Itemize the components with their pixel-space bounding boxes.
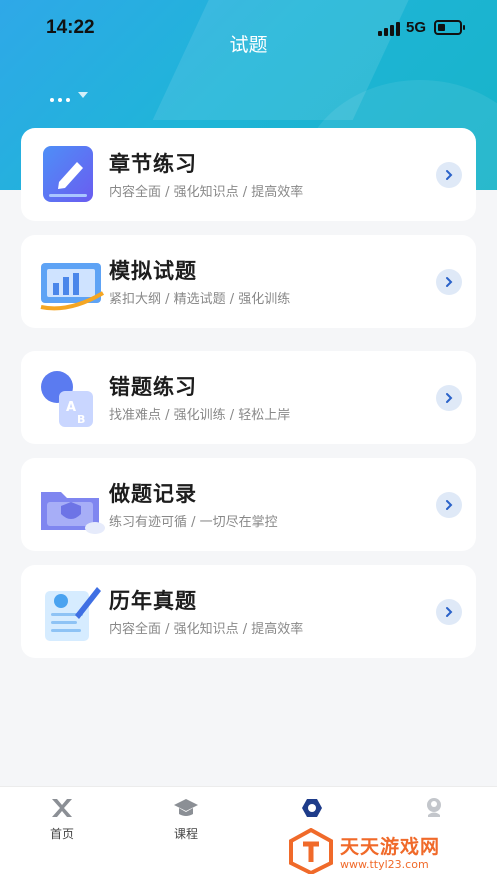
- card-subtitle: 练习有迹可循 / 一切尽在掌控: [109, 515, 278, 530]
- card-subtitle: 找准难点 / 强化训练 / 轻松上岸: [109, 408, 291, 423]
- exam-paper-icon: [39, 579, 105, 645]
- chevron-down-icon: [78, 92, 88, 98]
- chevron-right-icon[interactable]: [436, 162, 462, 188]
- card-wrong-questions[interactable]: A B 错题练习 找准难点 / 强化训练 / 轻松上岸: [21, 351, 476, 444]
- card-title: 做题记录: [109, 482, 197, 506]
- tab-label: 课程: [173, 827, 198, 841]
- card-title: 历年真题: [109, 589, 197, 613]
- card-chapter-practice[interactable]: 章节练习 内容全面 / 强化知识点 / 提高效率: [21, 128, 476, 221]
- more-menu-button[interactable]: [50, 92, 90, 104]
- watermark: 天天游戏网 www.ttyl23.com: [288, 826, 488, 876]
- tab-courses[interactable]: 课程: [146, 795, 226, 841]
- card-subtitle: 紧扣大纲 / 精选试题 / 强化训练: [109, 292, 291, 307]
- home-logo-icon: [49, 795, 75, 821]
- page-title: 试题: [229, 34, 268, 56]
- question-bank-icon: [299, 795, 325, 821]
- ab-cards-icon: A B: [39, 365, 105, 431]
- profile-icon: [421, 795, 447, 821]
- card-subtitle: 内容全面 / 强化知识点 / 提高效率: [109, 622, 304, 637]
- graduation-cap-icon: [173, 795, 199, 821]
- watermark-text: 天天游戏网: [340, 836, 441, 858]
- chevron-right-icon[interactable]: [436, 492, 462, 518]
- chart-board-icon: [39, 249, 105, 315]
- tab-label: 首页: [49, 827, 74, 841]
- watermark-url: www.ttyl23.com: [340, 858, 429, 871]
- svg-text:A: A: [66, 400, 76, 415]
- card-past-exams[interactable]: 历年真题 内容全面 / 强化知识点 / 提高效率: [21, 565, 476, 658]
- card-mock-exam[interactable]: 模拟试题 紧扣大纲 / 精选试题 / 强化训练: [21, 235, 476, 328]
- chevron-right-icon[interactable]: [436, 269, 462, 295]
- card-subtitle: 内容全面 / 强化知识点 / 提高效率: [109, 185, 304, 200]
- tab-home[interactable]: 首页: [22, 795, 102, 841]
- folder-shield-icon: [39, 472, 105, 538]
- card-title: 章节练习: [109, 152, 197, 176]
- pencil-note-icon: [39, 142, 105, 208]
- card-practice-records[interactable]: 做题记录 练习有迹可循 / 一切尽在掌控: [21, 458, 476, 551]
- card-title: 错题练习: [109, 375, 197, 399]
- chevron-right-icon[interactable]: [436, 599, 462, 625]
- chevron-right-icon[interactable]: [436, 385, 462, 411]
- card-title: 模拟试题: [109, 259, 197, 283]
- svg-text:B: B: [77, 413, 85, 426]
- watermark-logo-icon: [289, 828, 333, 874]
